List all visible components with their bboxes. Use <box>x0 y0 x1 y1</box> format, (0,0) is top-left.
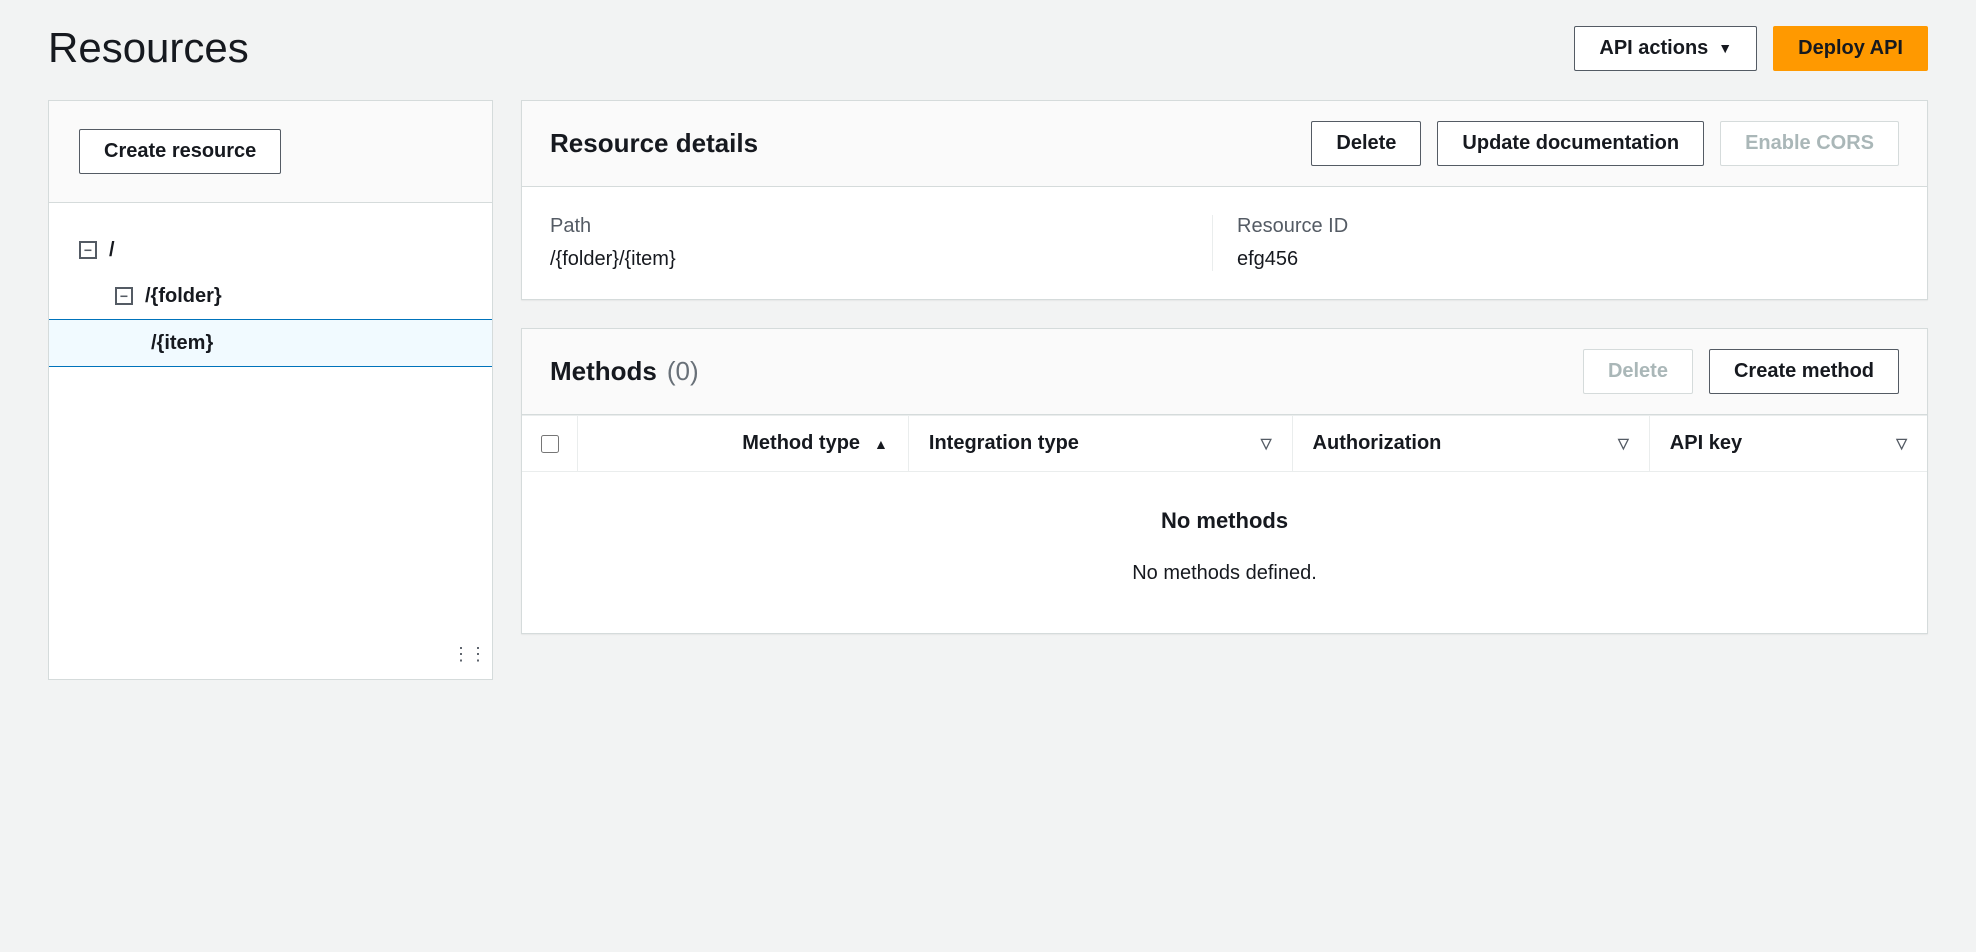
delete-method-button: Delete <box>1583 349 1693 394</box>
methods-title: Methods <box>550 356 657 387</box>
tree-node-item[interactable]: /{item} <box>49 319 492 367</box>
caret-down-icon: ▼ <box>1718 40 1732 56</box>
methods-empty-subtitle: No methods defined. <box>522 562 1927 585</box>
delete-resource-button[interactable]: Delete <box>1311 121 1421 166</box>
resource-details-title: Resource details <box>550 128 758 159</box>
select-all-column[interactable] <box>522 416 578 471</box>
tree-node-label: /{item} <box>151 326 213 360</box>
sort-ascending-icon: ▲ <box>874 436 888 452</box>
column-api-key[interactable]: API key ▽ <box>1650 416 1927 471</box>
api-actions-dropdown[interactable]: API actions ▼ <box>1574 26 1757 71</box>
resize-handle-icon[interactable]: ⋮⋮ <box>452 644 486 665</box>
tree-node-root[interactable]: − / <box>49 227 492 273</box>
sort-icon: ▽ <box>1261 435 1272 452</box>
path-label: Path <box>550 215 1188 238</box>
methods-empty-title: No methods <box>522 508 1927 534</box>
select-all-checkbox[interactable] <box>541 435 559 453</box>
column-label: Authorization <box>1313 432 1442 455</box>
column-label: API key <box>1670 432 1742 455</box>
tree-node-label: / <box>109 233 115 267</box>
api-actions-label: API actions <box>1599 37 1708 60</box>
column-label: Method type <box>742 432 860 455</box>
tree-node-label: /{folder} <box>145 279 222 313</box>
tree-node-folder[interactable]: − /{folder} <box>49 273 492 319</box>
column-method-type[interactable]: Method type ▲ <box>578 416 909 471</box>
resource-details-panel: Resource details Delete Update documenta… <box>521 100 1928 300</box>
resource-id-label: Resource ID <box>1237 215 1875 238</box>
create-method-button[interactable]: Create method <box>1709 349 1899 394</box>
methods-panel: Methods (0) Delete Create method Method … <box>521 328 1928 634</box>
sort-icon: ▽ <box>1618 435 1629 452</box>
update-documentation-button[interactable]: Update documentation <box>1437 121 1704 166</box>
column-label: Integration type <box>929 432 1079 455</box>
create-resource-button[interactable]: Create resource <box>79 129 281 174</box>
resource-id-value: efg456 <box>1237 248 1875 271</box>
page-title: Resources <box>48 24 249 72</box>
deploy-api-button[interactable]: Deploy API <box>1773 26 1928 71</box>
methods-count: (0) <box>667 356 699 387</box>
methods-table-header: Method type ▲ Integration type ▽ Authori… <box>522 415 1927 472</box>
collapse-icon[interactable]: − <box>115 287 133 305</box>
enable-cors-button: Enable CORS <box>1720 121 1899 166</box>
column-integration-type[interactable]: Integration type ▽ <box>909 416 1293 471</box>
column-authorization[interactable]: Authorization ▽ <box>1293 416 1650 471</box>
path-value: /{folder}/{item} <box>550 248 1188 271</box>
resource-tree-panel: Create resource − / − /{folder} /{item} … <box>48 100 493 680</box>
collapse-icon[interactable]: − <box>79 241 97 259</box>
sort-icon: ▽ <box>1896 435 1907 452</box>
